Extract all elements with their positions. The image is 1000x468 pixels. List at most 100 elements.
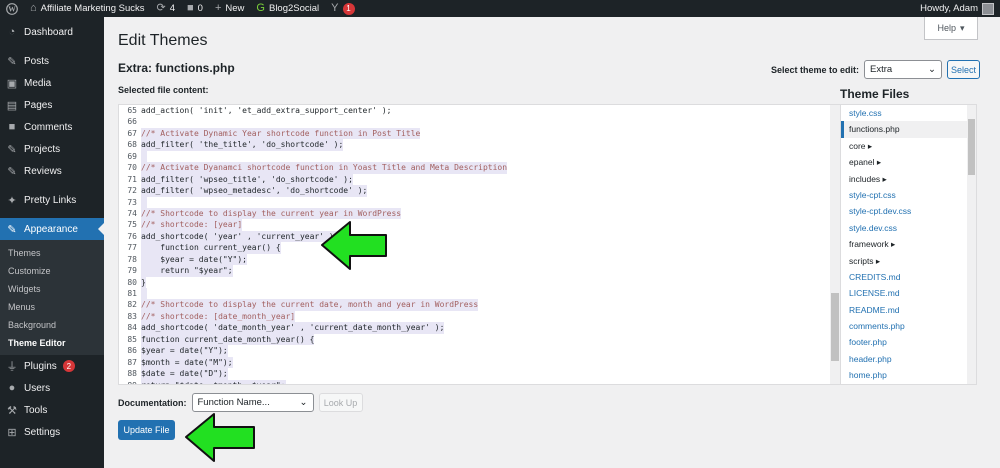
- submenu-menus[interactable]: Menus: [0, 298, 104, 316]
- function-name-select[interactable]: Function Name... ⌄: [191, 393, 314, 412]
- blog2social-link[interactable]: G Blog2Social: [250, 0, 325, 17]
- code-lines: 65 add_action( 'init', 'et_add_extra_supp…: [119, 105, 840, 384]
- theme-file-item[interactable]: CREDITS.md: [841, 269, 976, 285]
- new-content-link[interactable]: + New: [209, 0, 250, 17]
- function-name-placeholder: Function Name...: [197, 397, 270, 408]
- site-name-link[interactable]: ⌂ Affiliate Marketing Sucks: [24, 0, 151, 17]
- submenu-customize[interactable]: Customize: [0, 262, 104, 280]
- sidebar-item-media[interactable]: ▣ Media: [0, 72, 104, 94]
- line-number: 66: [127, 117, 137, 127]
- code-text: function current_year() {: [141, 242, 281, 254]
- theme-folder-item[interactable]: includes ▸: [841, 171, 976, 187]
- wordpress-logo-icon[interactable]: W: [0, 0, 24, 17]
- sidebar-label-projects: Projects: [24, 143, 61, 155]
- code-text: //* Shortcode to display the current yea…: [141, 207, 402, 220]
- line-number: 75: [127, 220, 137, 230]
- line-number: 68: [127, 140, 137, 150]
- sidebar-item-posts[interactable]: ✎ Posts: [0, 50, 104, 72]
- yoast-link[interactable]: Y 1: [325, 0, 360, 17]
- star-icon: ✦: [7, 194, 17, 207]
- line-number: 87: [127, 357, 137, 367]
- documentation-row: Documentation: Function Name... ⌄ Look U…: [118, 393, 363, 412]
- theme-files-scrollbar-thumb[interactable]: [968, 119, 975, 175]
- users-icon: ●: [8, 382, 16, 394]
- theme-file-item[interactable]: comments.php: [841, 318, 976, 334]
- sidebar-item-appearance[interactable]: ✎ Appearance: [0, 218, 104, 240]
- theme-file-name: comments.php: [849, 321, 905, 332]
- caret-right-icon: ▸: [873, 255, 881, 266]
- caret-right-icon: ▸: [865, 140, 873, 151]
- sidebar-item-pretty-links[interactable]: ✦ Pretty Links: [0, 189, 104, 211]
- theme-file-item[interactable]: style.css: [841, 105, 976, 121]
- code-line: 67 //* Activate Dynamic Year shortcode fu…: [119, 127, 840, 140]
- theme-file-item[interactable]: README.md: [841, 302, 976, 318]
- theme-folder-item[interactable]: core ▸: [841, 138, 976, 154]
- sidebar-item-users[interactable]: ● Users: [0, 377, 104, 399]
- help-tab-button[interactable]: Help ▾: [924, 17, 978, 40]
- my-account-link[interactable]: Howdy, Adam: [916, 0, 998, 17]
- plug-icon: ⏚: [6, 361, 18, 373]
- submenu-themes[interactable]: Themes: [0, 244, 104, 262]
- lookup-button[interactable]: Look Up: [318, 393, 363, 412]
- theme-file-name: README.md: [849, 304, 900, 315]
- theme-select[interactable]: Extra ⌄: [864, 60, 942, 79]
- submenu-theme-editor[interactable]: Theme Editor: [0, 334, 104, 352]
- code-text: //* Activate Dynamic Year shortcode func…: [141, 127, 421, 140]
- editor-scrollbar-thumb[interactable]: [831, 293, 839, 361]
- theme-folder-item[interactable]: scripts ▸: [841, 253, 976, 269]
- svg-text:W: W: [8, 4, 16, 13]
- theme-file-item[interactable]: style-cpt.dev.css: [841, 203, 976, 219]
- sidebar-item-pages[interactable]: ▤ Pages: [0, 94, 104, 116]
- theme-file-item[interactable]: header.php: [841, 351, 976, 367]
- sidebar-item-dashboard[interactable]: ◔ Dashboard: [0, 21, 104, 43]
- sidebar-item-settings[interactable]: ⊞ Settings: [0, 421, 104, 443]
- line-number: 88: [127, 369, 137, 379]
- code-text: //* shortcode: [year]: [141, 219, 243, 231]
- theme-file-item[interactable]: home.php: [841, 367, 976, 383]
- editor-scrollbar[interactable]: [830, 105, 840, 384]
- dashboard-icon: ◔: [8, 26, 16, 38]
- chevron-down-icon: ⌄: [299, 397, 308, 408]
- theme-file-item[interactable]: style-cpt.css: [841, 187, 976, 203]
- theme-files-scrollbar[interactable]: [967, 105, 976, 384]
- line-number: 70: [127, 163, 137, 173]
- line-number: 78: [127, 254, 137, 264]
- submenu-widgets[interactable]: Widgets: [0, 280, 104, 298]
- theme-folder-item[interactable]: framework ▸: [841, 236, 976, 252]
- update-file-button[interactable]: Update File: [118, 420, 175, 440]
- theme-file-name: style-cpt.css: [849, 189, 896, 200]
- code-line: 86 $year = date("Y");: [119, 345, 840, 357]
- line-number: 69: [127, 151, 137, 161]
- sidebar-label-tools: Tools: [24, 404, 48, 416]
- sidebar-item-plugins[interactable]: ⏚ Plugins 2: [0, 355, 104, 377]
- code-line: 74 //* Shortcode to display the current y…: [119, 207, 840, 220]
- select-button[interactable]: Select: [947, 60, 980, 79]
- code-line: 79 return "$year";: [119, 265, 840, 277]
- updates-link[interactable]: ⟳ 4: [151, 0, 182, 17]
- sidebar-item-tools[interactable]: ⚒ Tools: [0, 399, 104, 421]
- code-text: add_filter( 'the_title', 'do_shortcode' …: [141, 139, 344, 151]
- updates-count: 4: [169, 3, 176, 14]
- theme-file-item[interactable]: style.dev.css: [841, 220, 976, 236]
- theme-file-item[interactable]: functions.php: [841, 121, 976, 138]
- theme-file-item[interactable]: LICENSE.md: [841, 285, 976, 301]
- code-line: 81: [119, 288, 840, 300]
- submenu-background[interactable]: Background: [0, 316, 104, 334]
- sidebar-item-reviews[interactable]: ✎ Reviews: [0, 160, 104, 182]
- code-text: [141, 196, 147, 208]
- sidebar-item-projects[interactable]: ✎ Projects: [0, 138, 104, 160]
- line-number: 72: [127, 186, 137, 196]
- code-line: 76 add_shortcode( 'year' , 'current_year'…: [119, 230, 840, 243]
- sidebar-item-comments[interactable]: ■ Comments: [0, 116, 104, 138]
- line-number: 82: [127, 300, 137, 310]
- theme-files-heading: Theme Files: [840, 87, 910, 101]
- code-editor[interactable]: 65 add_action( 'init', 'et_add_extra_supp…: [118, 104, 841, 385]
- theme-file-name: style-cpt.dev.css: [849, 206, 912, 217]
- comments-link[interactable]: ■ 0: [181, 0, 209, 17]
- theme-folder-item[interactable]: epanel ▸: [841, 154, 976, 170]
- pages-icon: ▤: [6, 99, 18, 112]
- theme-file-name: scripts: [849, 255, 874, 266]
- theme-file-item[interactable]: footer.php: [841, 334, 976, 350]
- code-line: 82 //* Shortcode to display the current d…: [119, 299, 840, 311]
